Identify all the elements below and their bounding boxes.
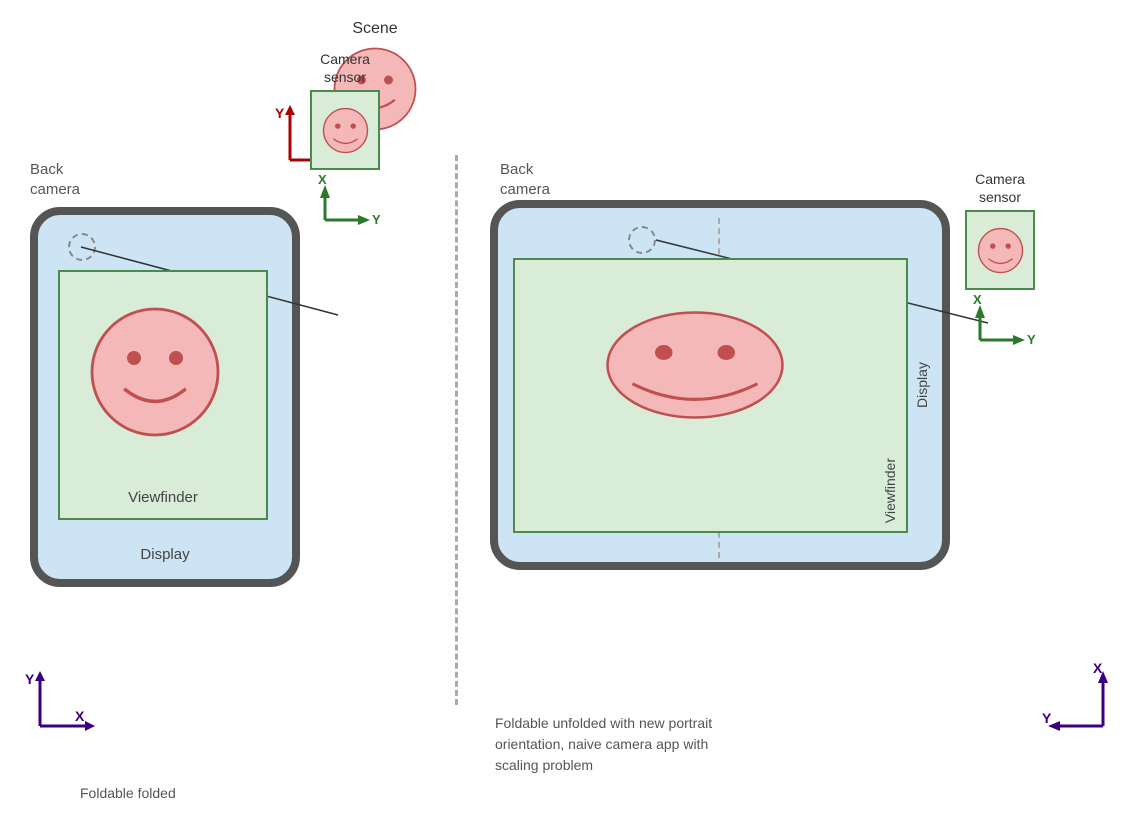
scene-label: Scene: [352, 20, 397, 38]
right-device-container: Backcamera Viewfinder Display: [490, 160, 950, 570]
sensor-box-right: [965, 210, 1035, 290]
viewfinder-label-left: Viewfinder: [128, 489, 198, 506]
sensor-box-left: [310, 90, 380, 170]
svg-text:Y: Y: [372, 212, 380, 227]
back-camera-label-left: Backcamera: [30, 160, 300, 199]
svg-text:Y: Y: [1027, 332, 1035, 347]
device-right: Viewfinder Display: [490, 200, 950, 570]
sensor-axes-left: Y X: [310, 170, 380, 230]
viewfinder-smiley-right: [595, 300, 795, 430]
sensor-smiley-right: [973, 223, 1028, 278]
bottom-right-axes-svg: X Y: [1038, 661, 1128, 751]
camera-sensor-right: Camerasensor Y X: [965, 170, 1035, 355]
dotted-divider: [455, 155, 458, 705]
bottom-left-axes-svg: X Y: [20, 666, 100, 746]
svg-text:X: X: [75, 708, 85, 724]
back-camera-label-right: Backcamera: [500, 160, 550, 199]
axes-bottom-right: X Y: [1038, 661, 1128, 756]
camera-sensor-label-right: Camerasensor: [965, 170, 1035, 206]
viewfinder-label-right: Viewfinder: [882, 458, 898, 523]
left-device-container: Backcamera Viewfinder Display: [30, 160, 300, 587]
device-left: Viewfinder Display: [30, 207, 300, 587]
svg-text:X: X: [973, 292, 982, 307]
svg-text:X: X: [1093, 661, 1103, 676]
svg-text:X: X: [318, 172, 327, 187]
sensor-smiley-left: [318, 103, 373, 158]
sensor-axes-right: Y X: [965, 290, 1035, 350]
foldable-folded-label: Foldable folded: [80, 785, 176, 801]
svg-text:Y: Y: [275, 105, 285, 121]
axes-bottom-left: X Y: [20, 666, 100, 751]
viewfinder-right: Viewfinder: [513, 258, 908, 533]
viewfinder-left: Viewfinder: [58, 270, 268, 520]
foldable-unfolded-label: Foldable unfolded with new portraitorien…: [495, 713, 712, 776]
camera-sensor-label-left: Camerasensor: [310, 50, 380, 86]
camera-sensor-left: Camerasensor Y X: [310, 50, 380, 235]
viewfinder-smiley-left: [85, 302, 225, 442]
display-label-left: Display: [140, 546, 189, 563]
display-label-right: Display: [914, 362, 930, 408]
svg-text:Y: Y: [1042, 710, 1052, 726]
svg-text:Y: Y: [25, 671, 35, 687]
